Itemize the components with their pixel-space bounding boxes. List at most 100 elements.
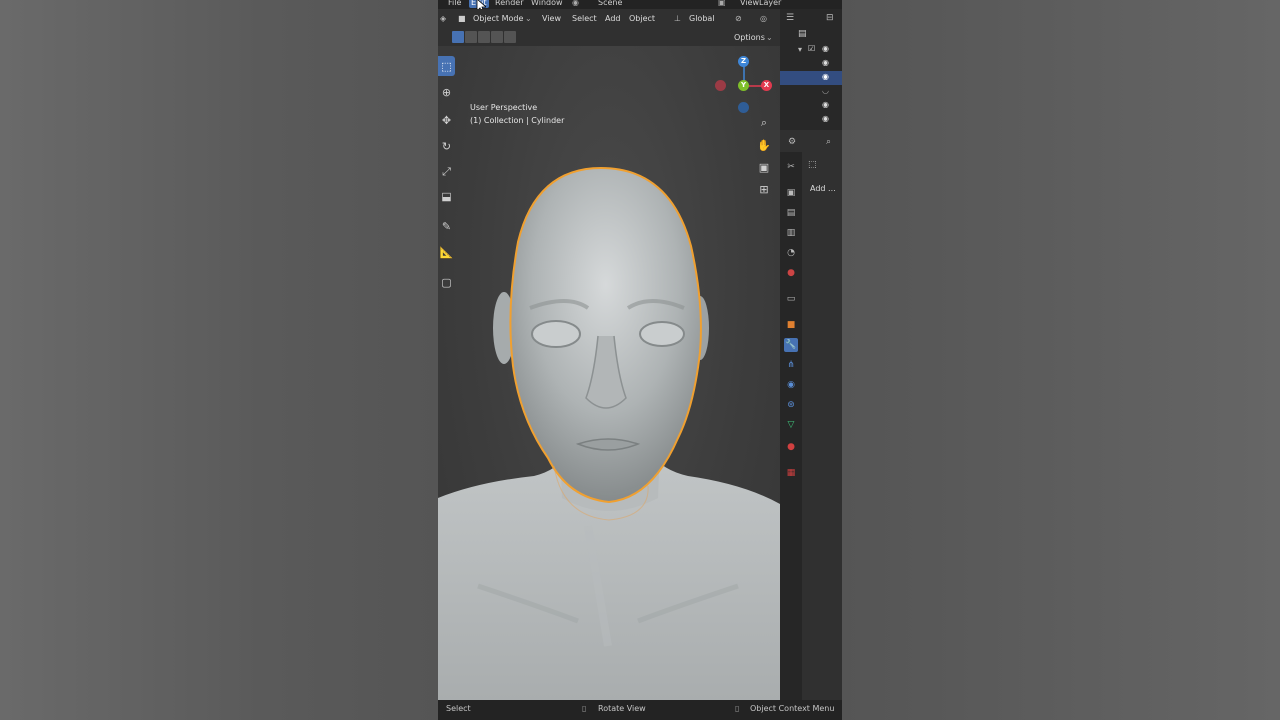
gizmo-x-axis[interactable]: X xyxy=(761,80,772,91)
selection-mode-buttons xyxy=(452,31,516,45)
gizmo-neg-z-axis[interactable] xyxy=(738,102,749,113)
menu-view[interactable]: View xyxy=(542,14,561,24)
data-tab-icon[interactable]: ▽ xyxy=(784,418,798,432)
status-context-menu: Object Context Menu xyxy=(750,704,835,713)
physics-tab-icon[interactable]: ◉ xyxy=(784,378,798,392)
left-background xyxy=(0,0,438,720)
chevron-down-icon: ⌄ xyxy=(525,14,532,23)
render-tab-icon[interactable]: ▣ xyxy=(784,186,798,200)
snap-icon[interactable]: ⊘ xyxy=(735,14,742,24)
head-mesh[interactable] xyxy=(438,46,780,700)
eye-icon[interactable]: ◉ xyxy=(822,72,829,81)
scene-icon[interactable]: ◉ xyxy=(572,0,579,8)
3d-viewport[interactable]: User Perspective (1) Collection | Cylind… xyxy=(438,46,780,700)
status-select: Select xyxy=(446,704,471,713)
rotate-tool-icon[interactable]: ↻ xyxy=(438,136,455,156)
gizmo-neg-x-axis[interactable] xyxy=(715,80,726,91)
top-menu-bar: File Edit Render Window ◉ Scene ▣ ViewLa… xyxy=(438,0,842,14)
select-subtract-mode-icon[interactable] xyxy=(478,31,490,43)
add-cube-tool-icon[interactable]: ▢ xyxy=(438,272,455,292)
right-background xyxy=(842,0,1280,720)
orientation-dropdown[interactable]: Global xyxy=(689,14,715,24)
eye-icon[interactable]: ◉ xyxy=(822,114,829,123)
zoom-icon[interactable]: ⌕ xyxy=(754,113,774,133)
properties-header: ⚙ ⌕ xyxy=(780,132,842,152)
select-new-mode-icon[interactable] xyxy=(452,31,464,43)
navigation-gizmo[interactable]: Z X Y xyxy=(710,52,772,114)
eye-icon[interactable]: ◉ xyxy=(822,58,829,67)
camera-view-icon[interactable]: ▣ xyxy=(754,157,774,177)
particles-tab-icon[interactable]: ⋔ xyxy=(784,358,798,372)
select-invert-mode-icon[interactable] xyxy=(491,31,503,43)
constraints-tab-icon[interactable]: ⊛ xyxy=(784,398,798,412)
pan-hand-icon[interactable]: ✋ xyxy=(754,135,774,155)
viewport-info: User Perspective (1) Collection | Cylind… xyxy=(470,101,564,127)
scene-selector[interactable]: Scene xyxy=(598,0,622,8)
measure-tool-icon[interactable]: 📐 xyxy=(438,242,455,262)
object-tab-icon[interactable]: ■ xyxy=(784,318,798,332)
outliner-row-camera[interactable]: ◉ xyxy=(780,57,842,71)
outliner-row-light[interactable]: ◉ xyxy=(780,99,842,113)
menu-object[interactable]: Object xyxy=(629,14,655,24)
material-tab-icon[interactable]: ● xyxy=(784,440,798,454)
chevron-down-icon: ⌄ xyxy=(766,33,773,42)
mouse-right-icon: ▯ xyxy=(735,704,740,713)
menu-file[interactable]: File xyxy=(448,0,461,8)
proportional-edit-icon[interactable]: ◎ xyxy=(760,14,767,24)
scene-tab-icon[interactable]: ◔ xyxy=(784,246,798,260)
blender-window: File Edit Render Window ◉ Scene ▣ ViewLa… xyxy=(438,0,842,720)
output-tab-icon[interactable]: ▤ xyxy=(784,206,798,220)
eye-icon[interactable]: ◉ xyxy=(822,44,829,53)
menu-select[interactable]: Select xyxy=(572,14,597,24)
menu-add[interactable]: Add xyxy=(605,14,621,24)
annotate-tool-icon[interactable]: ✎ xyxy=(438,216,455,236)
search-icon[interactable]: ⌕ xyxy=(826,137,831,147)
tool-shelf: ⬚ ⊕ ✥ ↻ ⤢ ⬓ ✎ 📐 ▢ xyxy=(438,52,456,302)
viewport-header: ◈ ■ Object Mode ⌄ View Select Add Object… xyxy=(438,9,780,29)
view-layer-tab-icon[interactable]: ▥ xyxy=(784,226,798,240)
properties-tabs: ✂ ▣ ▤ ▥ ◔ ● ▭ ■ 🔧 ⋔ ◉ ⊛ ▽ ● ▦ xyxy=(780,152,802,700)
status-bar: Select ▯ Rotate View ▯ Object Context Me… xyxy=(438,700,842,720)
outliner-row-collection[interactable]: ▾ ☑ ◉ xyxy=(780,43,842,57)
menu-render[interactable]: Render xyxy=(495,0,523,8)
modifier-wrench-tab-icon[interactable]: 🔧 xyxy=(784,338,798,352)
options-dropdown[interactable]: Options xyxy=(734,33,765,42)
grid-projection-icon[interactable]: ⊞ xyxy=(754,179,774,199)
object-mode-icon: ■ xyxy=(458,14,466,23)
outliner-display-mode-icon[interactable]: ☰ xyxy=(786,13,794,23)
editor-type-icon[interactable]: ◈ xyxy=(440,14,446,24)
view-layer-icon[interactable]: ▣ xyxy=(718,0,726,8)
active-object-label: (1) Collection | Cylinder xyxy=(470,116,565,125)
outliner-row-mesh[interactable]: ◉ xyxy=(780,113,842,127)
menu-window[interactable]: Window xyxy=(531,0,563,8)
gizmo-y-axis[interactable]: Y xyxy=(738,80,749,91)
expand-arrow-icon[interactable]: ▾ xyxy=(798,45,802,54)
select-box-tool-icon[interactable]: ⬚ xyxy=(438,56,455,76)
transform-tool-icon[interactable]: ⬓ xyxy=(438,186,455,206)
view-layer-selector[interactable]: ViewLayer xyxy=(740,0,781,8)
outliner-filter-icon[interactable]: ⊟ xyxy=(826,13,834,23)
scale-tool-icon[interactable]: ⤢ xyxy=(438,162,455,182)
transform-orientation-icon: ⊥ xyxy=(674,14,681,23)
collection-tab-icon[interactable]: ▭ xyxy=(784,292,798,306)
properties-content: ⬚ Add ... xyxy=(802,152,842,700)
world-tab-icon[interactable]: ● xyxy=(784,266,798,280)
add-modifier-button[interactable]: Add ... xyxy=(810,184,836,193)
properties-editor-icon[interactable]: ⚙ xyxy=(788,137,796,147)
select-extend-mode-icon[interactable] xyxy=(465,31,477,43)
mode-dropdown[interactable]: Object Mode xyxy=(473,14,523,24)
select-intersect-mode-icon[interactable] xyxy=(504,31,516,43)
cursor-tool-icon[interactable]: ⊕ xyxy=(438,82,455,102)
view-perspective-label: User Perspective xyxy=(470,103,538,112)
outliner-panel: ☰ ⊟ ▤ ▾ ☑ ◉ ◉ ◉ ◡ ◉ ◉ xyxy=(780,9,842,130)
checkbox-icon[interactable]: ☑ xyxy=(808,44,815,53)
gizmo-z-axis[interactable]: Z xyxy=(738,56,749,67)
texture-tab-icon[interactable]: ▦ xyxy=(784,466,798,480)
move-tool-icon[interactable]: ✥ xyxy=(438,110,455,130)
eye-closed-icon[interactable]: ◡ xyxy=(822,86,829,95)
tool-tab-icon[interactable]: ✂ xyxy=(784,160,798,174)
eye-icon[interactable]: ◉ xyxy=(822,100,829,109)
outliner-row-hidden[interactable]: ◡ xyxy=(780,85,842,99)
mouse-middle-icon: ▯ xyxy=(582,704,587,713)
outliner-row-cylinder[interactable]: ◉ xyxy=(780,71,842,85)
